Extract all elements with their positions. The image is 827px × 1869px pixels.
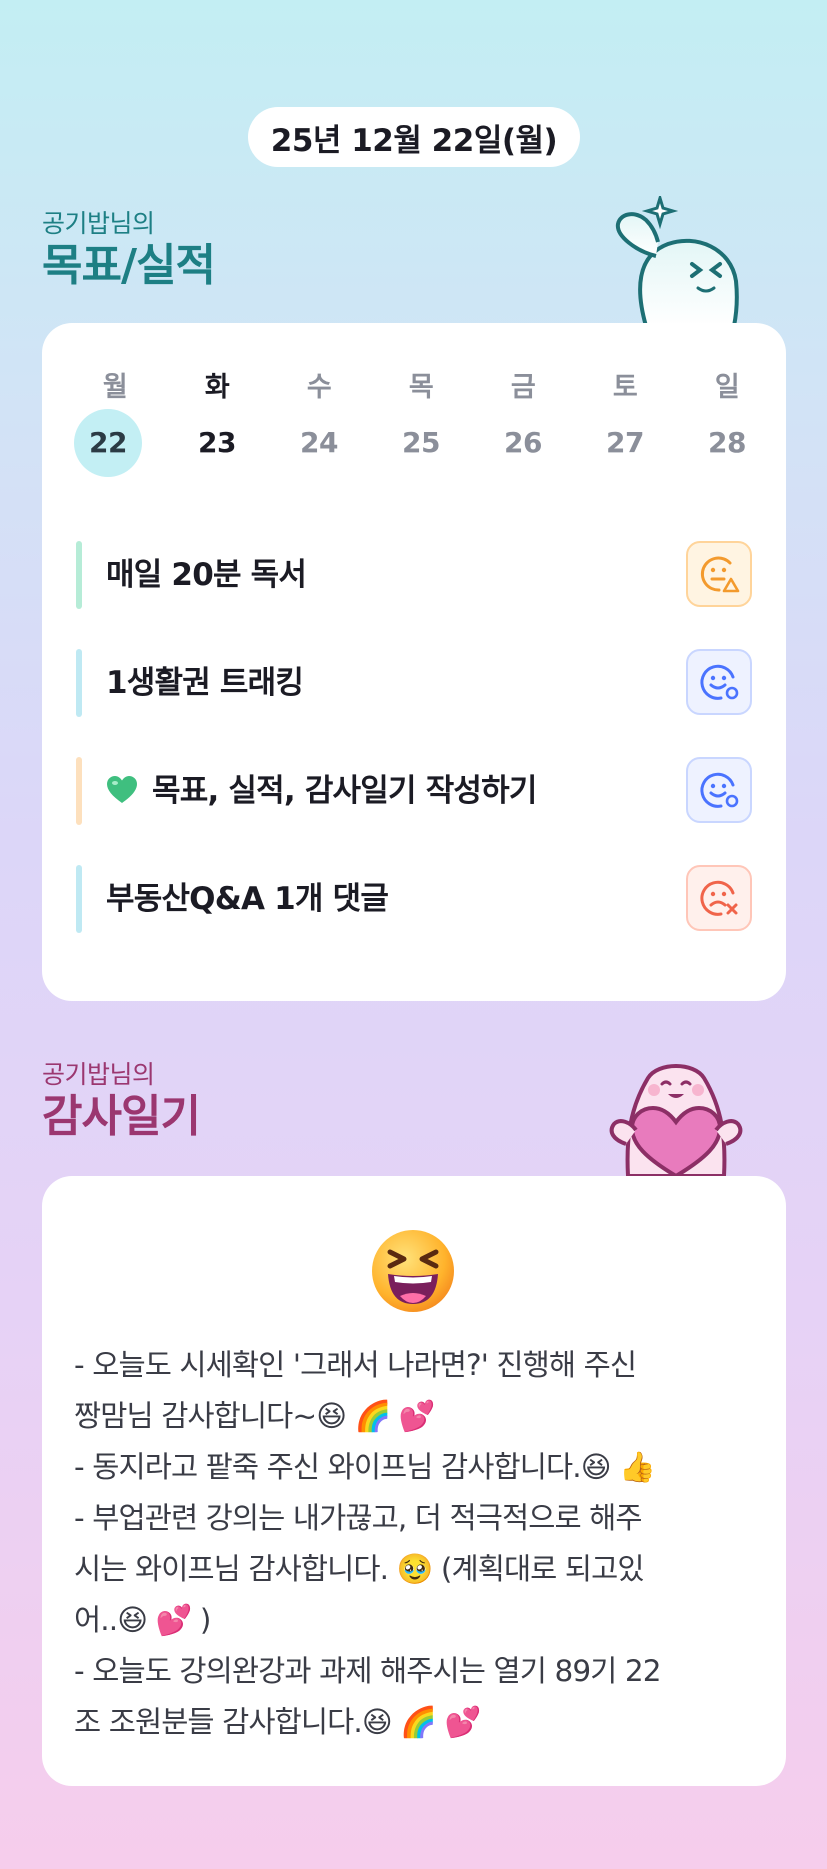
gratitude-section-title: 감사일기 <box>42 1091 201 1142</box>
day-23-button[interactable]: 23 <box>182 409 252 477</box>
goal-label-row: 목표, 실적, 감사일기 작성하기 <box>106 757 537 825</box>
grinning-squinting-face-icon <box>372 1230 454 1312</box>
goal-label: 1생활권 트래킹 <box>106 665 304 701</box>
day-28-button[interactable]: 28 <box>692 409 762 477</box>
diary-line: 짱맘님 감사합니다~😆 🌈 💕 <box>74 1399 436 1433</box>
gratitude-diary-text: - 오늘도 시세확인 '그래서 나라면?' 진행해 주신짱맘님 감사합니다~😆 … <box>74 1340 764 1748</box>
diary-line: - 오늘도 시세확인 '그래서 나라면?' 진행해 주신 <box>74 1348 637 1382</box>
warning-face-icon[interactable] <box>686 541 752 607</box>
smile-face-done-icon[interactable] <box>686 757 752 823</box>
day-name-thu: 목 <box>408 372 434 403</box>
day-26-button[interactable]: 26 <box>488 409 558 477</box>
diary-line: 조 조원분들 감사합니다.😆 🌈 💕 <box>74 1705 481 1739</box>
diary-line: - 오늘도 강의완강과 과제 해주시는 열기 89기 22 <box>74 1654 662 1688</box>
goal-label: 목표, 실적, 감사일기 작성하기 <box>152 773 537 809</box>
smile-face-done-icon[interactable] <box>686 649 752 715</box>
date-badge: 25년 12월 22일(월) <box>248 107 580 167</box>
goal-accent-bar <box>76 649 82 717</box>
day-name-fri: 금 <box>510 372 536 403</box>
goal-accent-bar <box>76 757 82 825</box>
waving-mascot-icon <box>615 196 739 326</box>
sad-face-fail-icon[interactable] <box>686 865 752 931</box>
day-name-wed: 수 <box>306 372 332 403</box>
day-name-tue: 화 <box>204 372 230 403</box>
goal-section-subtitle: 공기밥님의 <box>42 209 155 238</box>
day-27-button[interactable]: 27 <box>590 409 660 477</box>
date-label: 25년 12월 22일(월) <box>270 122 558 159</box>
goal-item[interactable]: 부동산Q&A 1개 댓글 <box>76 865 752 933</box>
goal-item[interactable]: 매일 20분 독서 <box>76 541 752 609</box>
day-name-mon: 월 <box>102 372 128 403</box>
diary-line: 시는 와이프님 감사합니다. 🥹 (계획대로 되고있 <box>74 1552 645 1586</box>
goal-label: 매일 20분 독서 <box>106 557 307 593</box>
goal-label: 부동산Q&A 1개 댓글 <box>106 881 389 917</box>
diary-line: - 동지라고 팥죽 주신 와이프님 감사합니다.😆 👍 <box>74 1450 656 1484</box>
day-name-sun: 일 <box>714 372 740 403</box>
goals-card: 월 화 수 목 금 토 일 22 23 24 25 26 27 28 매일 20… <box>42 323 786 1001</box>
goal-accent-bar <box>76 541 82 609</box>
green-heart-icon <box>107 775 137 803</box>
diary-line: 어..😆 💕 ) <box>74 1603 211 1637</box>
goal-accent-bar <box>76 865 82 933</box>
day-name-sat: 토 <box>612 372 638 403</box>
heart-hugging-mascot-icon <box>609 1064 743 1176</box>
day-22-button[interactable]: 22 <box>74 409 142 477</box>
goal-item[interactable]: 목표, 실적, 감사일기 작성하기 <box>76 757 752 825</box>
gratitude-card: - 오늘도 시세확인 '그래서 나라면?' 진행해 주신짱맘님 감사합니다~😆 … <box>42 1176 786 1786</box>
gratitude-section-subtitle: 공기밥님의 <box>42 1060 155 1089</box>
gratitude-section-header: 공기밥님의 감사일기 <box>42 1055 201 1143</box>
day-25-button[interactable]: 25 <box>386 409 456 477</box>
day-24-button[interactable]: 24 <box>284 409 354 477</box>
week-strip: 월 화 수 목 금 토 일 22 23 24 25 26 27 28 <box>42 365 786 485</box>
diary-line: - 부업관련 강의는 내가끊고, 더 적극적으로 해주 <box>74 1501 643 1535</box>
goal-item[interactable]: 1생활권 트래킹 <box>76 649 752 717</box>
goal-section-header: 공기밥님의 목표/실적 <box>42 204 216 292</box>
goal-section-title: 목표/실적 <box>42 240 216 291</box>
